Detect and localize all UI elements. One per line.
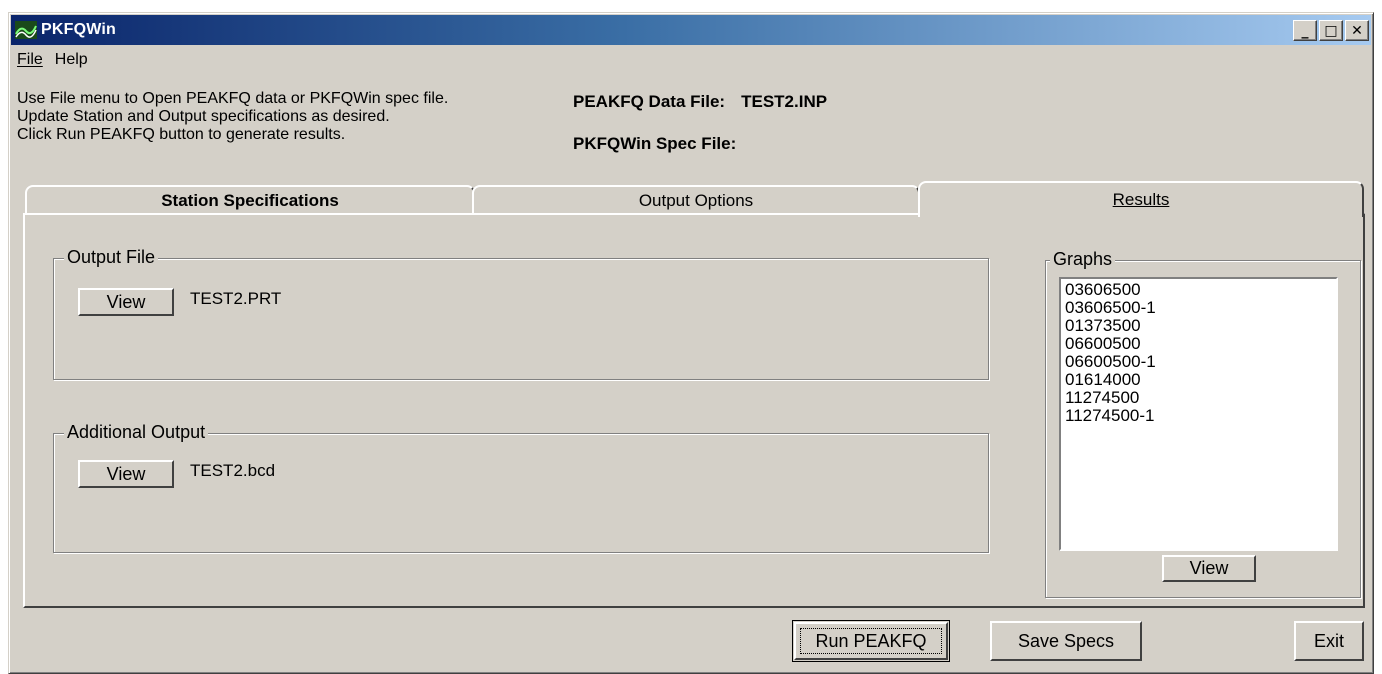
additional-output-title: Additional Output bbox=[64, 422, 209, 443]
graph-list-item[interactable]: 06600500 bbox=[1065, 335, 1332, 353]
view-label: View bbox=[1189, 558, 1229, 578]
close-icon: ✕ bbox=[1351, 22, 1363, 39]
spec-file-label: PKFQWin Spec File: bbox=[573, 134, 752, 154]
title-bar[interactable]: PKFQWin _ □ ✕ bbox=[11, 15, 1371, 45]
output-file-name: TEST2.PRT bbox=[190, 289, 282, 308]
data-file-label: PEAKFQ Data File: TEST2.INP bbox=[573, 92, 827, 112]
instruction-line: Use File menu to Open PEAKFQ data or PKF… bbox=[17, 90, 449, 107]
graph-list-item[interactable]: 11274500-1 bbox=[1065, 407, 1332, 425]
additional-output-file-name: TEST2.bcd bbox=[190, 461, 276, 480]
data-file-value: TEST2.INP bbox=[741, 92, 828, 111]
run-label: Run PEAKFQ bbox=[815, 630, 927, 651]
minimize-button[interactable]: _ bbox=[1293, 20, 1317, 41]
graph-list-item[interactable]: 06600500-1 bbox=[1065, 353, 1332, 371]
additional-output-group: Additional Output View TEST2.bcd bbox=[53, 422, 989, 553]
output-file-view-button[interactable]: View bbox=[78, 288, 174, 316]
tab-label: Output Options bbox=[638, 191, 754, 210]
data-file-caption: PEAKFQ Data File: bbox=[573, 92, 726, 111]
output-file-group: Output File View TEST2.PRT bbox=[53, 247, 989, 380]
graph-list-item[interactable]: 01373500 bbox=[1065, 317, 1332, 335]
graphs-title: Graphs bbox=[1050, 249, 1116, 270]
instruction-line: Click Run PEAKFQ button to generate resu… bbox=[17, 126, 346, 143]
maximize-icon: □ bbox=[1324, 22, 1338, 39]
tab-results[interactable]: Results bbox=[918, 181, 1364, 217]
maximize-button[interactable]: □ bbox=[1319, 20, 1343, 41]
view-label: View bbox=[106, 291, 146, 312]
spec-file-caption: PKFQWin Spec File: bbox=[573, 134, 737, 153]
minimize-icon: _ bbox=[1301, 22, 1309, 39]
instructions: Use File menu to Open PEAKFQ data or PKF… bbox=[17, 90, 448, 144]
graphs-view-button[interactable]: View bbox=[1162, 555, 1256, 582]
save-specs-button[interactable]: Save Specs bbox=[990, 621, 1142, 661]
menu-bar: File Help bbox=[13, 51, 96, 71]
save-label: Save Specs bbox=[1017, 630, 1115, 651]
exit-label: Exit bbox=[1313, 630, 1344, 651]
graphs-list[interactable]: 03606500 03606500-1 01373500 06600500 066005… bbox=[1059, 277, 1338, 551]
graph-list-item[interactable]: 03606500 bbox=[1065, 281, 1332, 299]
menu-file[interactable]: File bbox=[13, 51, 51, 71]
additional-output-view-button[interactable]: View bbox=[78, 460, 174, 488]
graph-list-item[interactable]: 01614000 bbox=[1065, 371, 1332, 389]
tab-label: Station Specifications bbox=[161, 191, 339, 210]
menu-help[interactable]: Help bbox=[51, 51, 96, 71]
exit-button[interactable]: Exit bbox=[1294, 621, 1364, 661]
tab-station-specifications[interactable]: Station Specifications bbox=[25, 185, 475, 215]
output-file-title: Output File bbox=[64, 247, 159, 268]
view-label: View bbox=[106, 463, 146, 484]
main-window: PKFQWin _ □ ✕ File Help Use File menu to… bbox=[8, 12, 1374, 674]
window-title: PKFQWin bbox=[41, 21, 117, 38]
instruction-line: Update Station and Output specifications… bbox=[17, 108, 390, 125]
run-peakfq-button[interactable]: Run PEAKFQ bbox=[794, 622, 948, 660]
tab-output-options[interactable]: Output Options bbox=[472, 185, 920, 215]
close-button[interactable]: ✕ bbox=[1345, 20, 1369, 41]
graph-list-item[interactable]: 03606500-1 bbox=[1065, 299, 1332, 317]
tab-label: Results bbox=[1112, 190, 1170, 209]
graph-list-item[interactable]: 11274500 bbox=[1065, 389, 1332, 407]
app-icon bbox=[15, 21, 37, 39]
